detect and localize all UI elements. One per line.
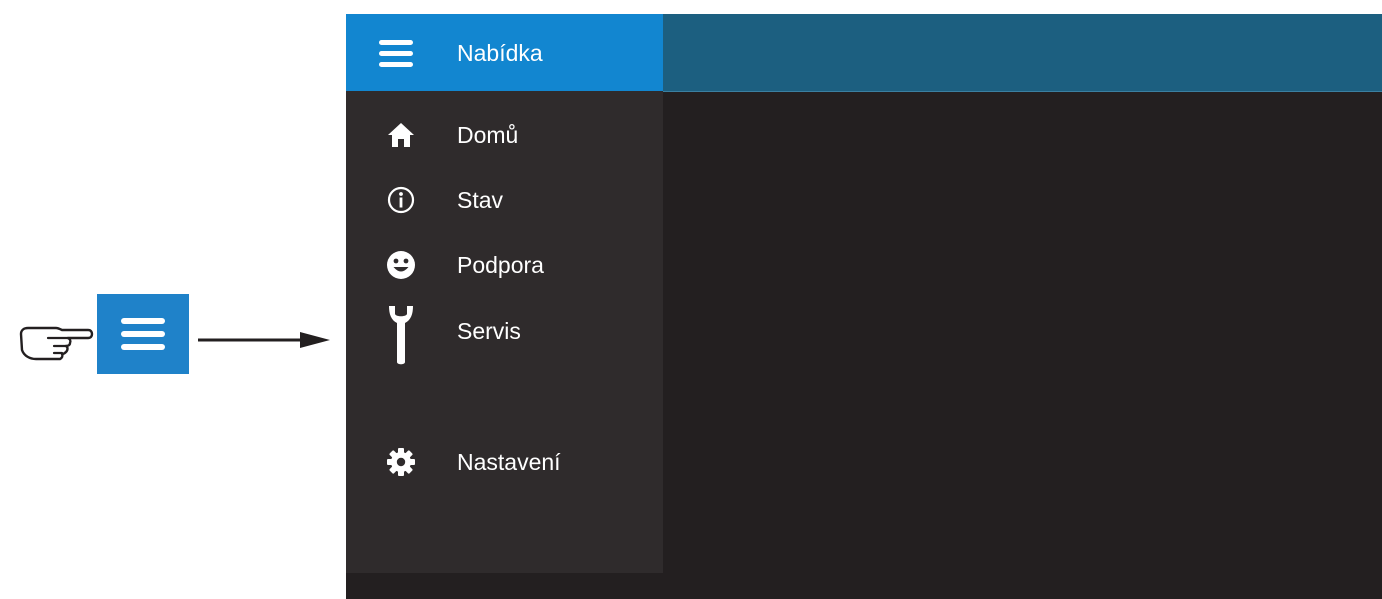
drawer-header[interactable]: Nabídka	[346, 14, 663, 91]
pointing-hand-icon	[19, 326, 94, 361]
hamburger-icon	[121, 318, 165, 350]
menu-button-illustration	[97, 294, 189, 374]
menu-item-label: Stav	[457, 187, 504, 213]
menu-item-label: Nastavení	[457, 449, 561, 475]
gear-icon	[382, 443, 420, 481]
device-screen: Nabídka Domů Stav Podpora Servis Nastave…	[346, 14, 1382, 599]
drawer-title: Nabídka	[457, 40, 543, 66]
menu-item-support[interactable]: Podpora	[346, 240, 663, 292]
menu-item-status[interactable]: Stav	[346, 175, 663, 227]
top-bar-divider	[663, 91, 1382, 92]
arrow-right-icon	[198, 332, 330, 348]
home-icon	[382, 116, 420, 154]
wrench-icon	[382, 300, 420, 370]
stage: Nabídka Domů Stav Podpora Servis Nastave…	[0, 0, 1382, 599]
menu-item-settings[interactable]: Nastavení	[346, 437, 663, 489]
hamburger-icon[interactable]	[379, 40, 413, 67]
info-icon	[382, 181, 420, 219]
navigation-drawer: Nabídka Domů Stav Podpora Servis Nastave…	[346, 14, 663, 573]
menu-item-label: Servis	[457, 318, 521, 344]
menu-item-label: Podpora	[457, 252, 544, 278]
menu-item-label: Domů	[457, 122, 519, 148]
smiley-icon	[382, 246, 420, 284]
menu-item-home[interactable]: Domů	[346, 112, 663, 164]
menu-item-service[interactable]: Servis	[346, 296, 663, 372]
